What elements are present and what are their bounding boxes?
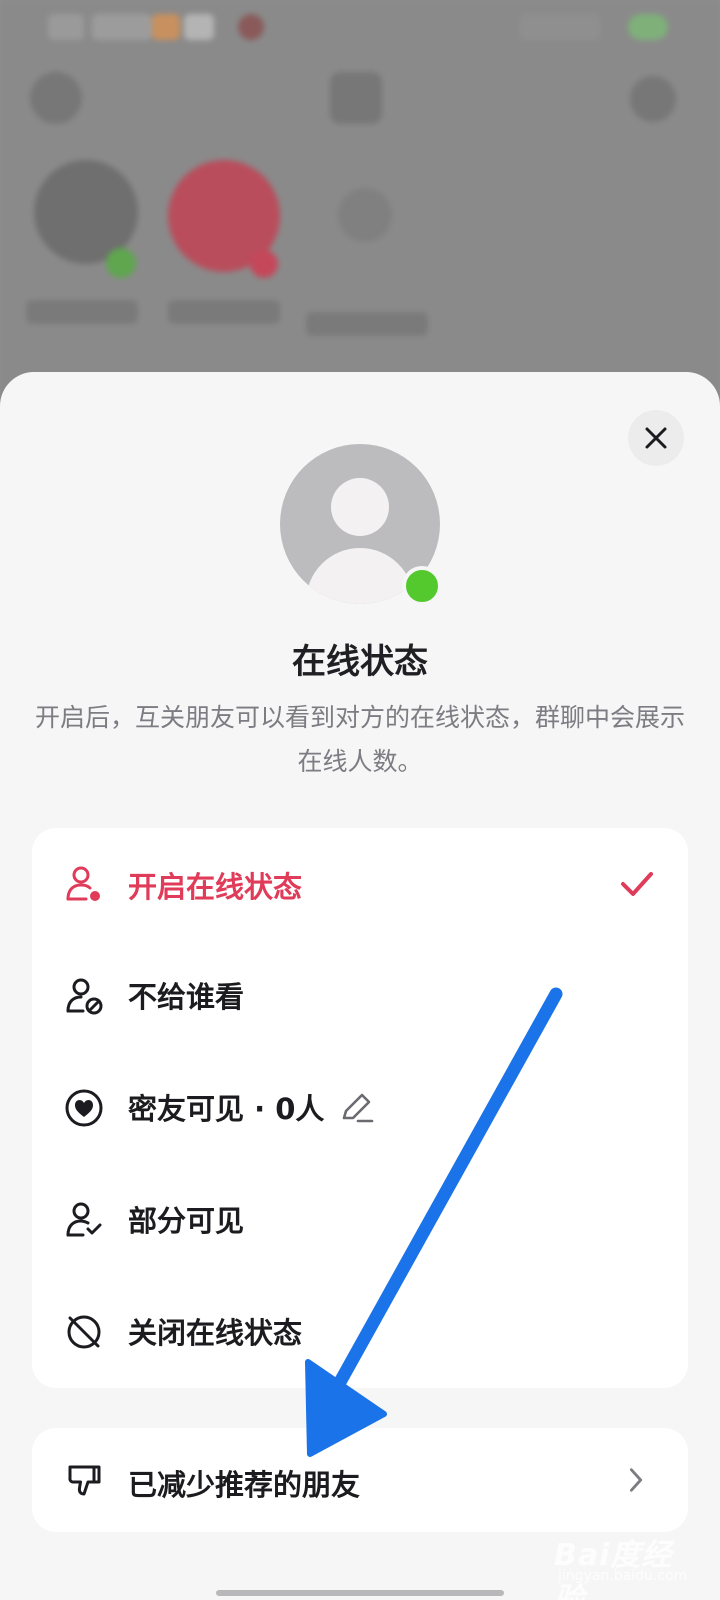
reduced-recommend-label: 已减少推荐的朋友 (128, 1468, 361, 1502)
check-icon (621, 872, 653, 896)
page-title: 在线状态 (292, 642, 428, 682)
bg-name-3 (306, 312, 428, 336)
status-bar-left (48, 14, 264, 40)
close-icon (645, 427, 667, 449)
reduced-recommend-row[interactable]: 已减少推荐的朋友 (32, 1428, 688, 1532)
status-bar-right (520, 14, 670, 40)
online-indicator (402, 566, 442, 606)
option-partially-visible[interactable]: 部分可见 (32, 1164, 688, 1276)
bg-avatar-2-dot (250, 250, 278, 278)
bg-add-icon (30, 72, 82, 124)
option-enable-online[interactable]: 开启在线状态 (32, 828, 688, 940)
bg-name-2 (168, 300, 280, 324)
bg-name-1 (26, 300, 138, 324)
bg-add-friend (338, 188, 392, 242)
option-hide-from[interactable]: 不给谁看 (32, 940, 688, 1052)
option-label: 开启在线状态 (128, 870, 303, 904)
avatar-body (306, 548, 414, 604)
chevron-right-icon (629, 1468, 643, 1492)
bg-search-icon (630, 76, 676, 122)
watermark-text: Bai度经验 (554, 1538, 673, 1600)
sheet-description: 开启后，互关朋友可以看到对方的在线状态，群聊中会展示在线人数。 (34, 703, 685, 776)
heart-circle-icon (64, 1088, 104, 1128)
baidu-watermark: Bai度经验 jingyan.baidu.com (552, 1530, 702, 1600)
home-indicator[interactable] (216, 1590, 504, 1596)
bg-center-icon (330, 72, 382, 124)
option-close-friends[interactable]: 密友可见 · 0人 (32, 1052, 688, 1164)
avatar-head (331, 478, 389, 536)
option-label: 不给谁看 (128, 980, 245, 1014)
option-label: 关闭在线状态 (128, 1316, 303, 1350)
circle-slash-icon (64, 1312, 104, 1352)
bg-avatar-1-dot (106, 248, 136, 278)
person-online-icon (64, 864, 104, 904)
visibility-options-card: 开启在线状态 不给谁看 密友可见 · 0人 部分可见 关闭在线状态 (32, 828, 688, 1388)
option-label: 密友可见 · 0人 (128, 1092, 325, 1126)
person-blocked-icon (64, 976, 104, 1016)
background-app (0, 0, 720, 420)
option-label: 部分可见 (128, 1204, 245, 1238)
person-check-icon (64, 1200, 104, 1240)
thumb-down-icon (64, 1460, 104, 1500)
watermark-url: jingyan.baidu.com (558, 1568, 688, 1584)
edit-icon[interactable] (338, 1090, 374, 1126)
close-button[interactable] (628, 410, 684, 466)
option-disable-online[interactable]: 关闭在线状态 (32, 1276, 688, 1388)
